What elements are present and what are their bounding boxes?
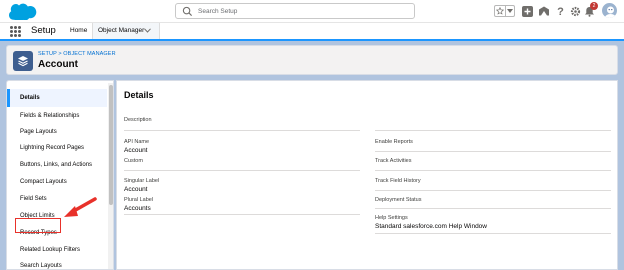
divider [375,151,611,152]
page-title: Account [38,59,78,70]
global-header: ? 2 [0,0,624,23]
search-icon [182,6,193,17]
description-label: Description [124,117,152,123]
tab-object-manager-label: Object Manager [98,27,145,34]
layers-icon [13,51,33,71]
api-name-label: API Name [124,139,150,145]
record-types-highlight-box [15,218,61,233]
help-icon[interactable]: ? [554,5,566,17]
favorites-group[interactable] [494,5,515,17]
avatar[interactable] [601,2,618,19]
singular-label-label: Singular Label [124,178,160,184]
divider [375,233,611,234]
divider [124,130,360,131]
divider [124,214,360,215]
divider [375,208,611,209]
svg-text:?: ? [557,6,564,17]
tab-object-manager[interactable]: Object Manager [92,23,160,41]
plural-label-label: Plural Label [124,197,154,203]
page-header: SETUP > OBJECT MANAGER Account [6,45,618,75]
custom-label: Custom [124,158,143,164]
divider [124,170,360,171]
app-nav-bar: Setup Home Object Manager [0,23,624,41]
main-area: Details Fields & Relationships Page Layo… [6,80,618,270]
add-icon[interactable] [521,5,533,17]
search-box[interactable] [175,3,415,19]
breadcrumb[interactable]: SETUP > OBJECT MANAGER [38,51,116,57]
divider [375,170,611,171]
chevron-down-icon[interactable] [506,6,514,16]
sidebar-item-details[interactable]: Details [7,89,107,107]
app-name: Setup [31,25,56,36]
singular-label-value: Account [124,186,148,193]
app-launcher-icon[interactable] [10,26,21,37]
sidebar-item-compact-layouts[interactable]: Compact Layouts [7,173,107,191]
track-field-history-label: Track Field History [375,178,421,184]
sidebar-scroll-thumb[interactable] [109,85,113,205]
trailhead-icon[interactable] [538,5,550,17]
enable-reports-label: Enable Reports [375,139,413,145]
sidebar: Details Fields & Relationships Page Layo… [6,80,114,270]
star-icon[interactable] [495,6,506,16]
sidebar-item-buttons-links-actions[interactable]: Buttons, Links, and Actions [7,156,107,174]
help-settings-value: Standard salesforce.com Help Window [375,223,487,230]
notification-badge: 2 [590,2,598,10]
salesforce-logo[interactable] [7,3,37,20]
annotation-arrow-icon [64,197,97,217]
search-input[interactable] [198,5,408,17]
help-settings-label: Help Settings [375,215,408,221]
details-title: Details [124,90,154,100]
plural-label-value: Accounts [124,205,151,212]
gear-icon[interactable] [569,5,581,17]
divider [375,130,611,131]
deployment-status-label: Deployment Status [375,197,422,203]
chevron-down-icon[interactable] [144,28,151,33]
track-activities-label: Track Activities [375,158,412,164]
api-name-value: Account [124,147,148,154]
divider [375,190,611,191]
details-panel: Details Description API Name Account Cus… [116,80,618,270]
tab-home[interactable]: Home [68,23,94,39]
sidebar-item-search-layouts[interactable]: Search Layouts [7,257,107,269]
sidebar-item-lightning-record-pages[interactable]: Lightning Record Pages [7,139,107,157]
